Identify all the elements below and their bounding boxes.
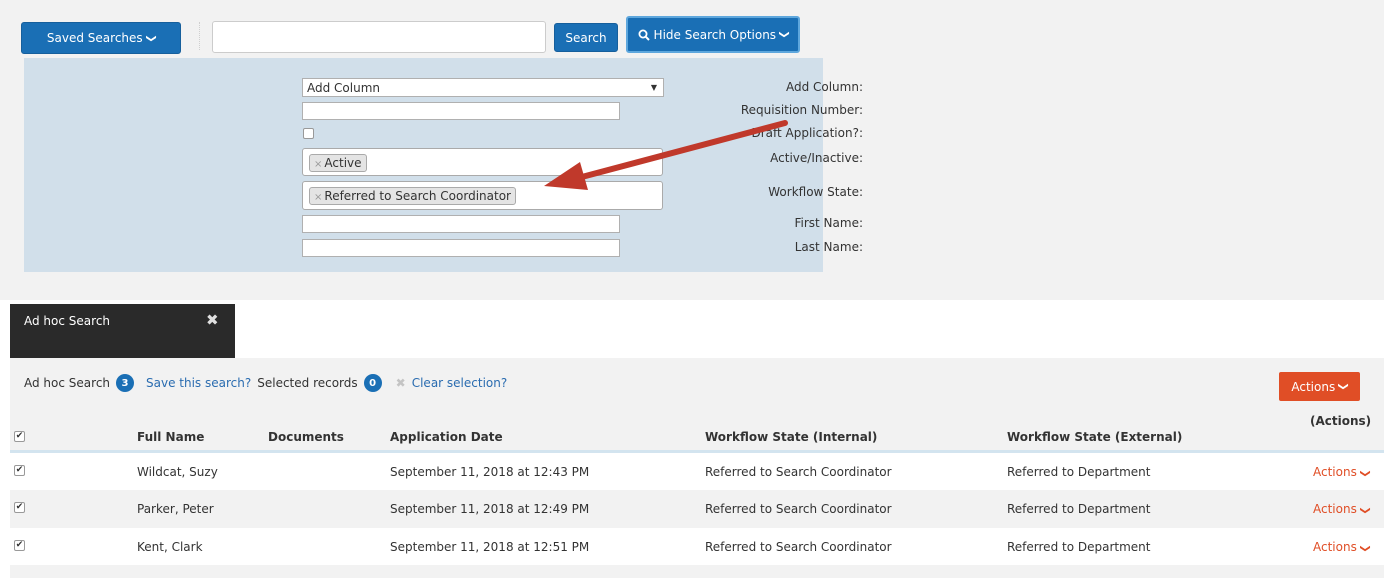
row-actions-dropdown[interactable]: Actions ❯ bbox=[1313, 465, 1371, 479]
row-actions-label: Actions bbox=[1313, 540, 1357, 554]
selected-records-label: Selected records bbox=[257, 376, 358, 390]
actions-column-header: (Actions) bbox=[1310, 414, 1372, 428]
application-date-cell: September 11, 2018 at 12:49 PM bbox=[390, 502, 590, 516]
documents-header[interactable]: Documents bbox=[268, 430, 344, 444]
adhoc-search-tab[interactable]: Ad hoc Search ✖ bbox=[10, 304, 235, 358]
draft-application-checkbox[interactable] bbox=[303, 128, 314, 139]
workflow-external-cell: Referred to Department bbox=[1007, 540, 1151, 554]
workflow-internal-cell: Referred to Search Coordinator bbox=[705, 465, 892, 479]
applicant-name-link[interactable]: Kent, Clark bbox=[137, 540, 203, 554]
last-name-label: Last Name: bbox=[794, 240, 863, 254]
application-date-cell: September 11, 2018 at 12:43 PM bbox=[390, 465, 590, 479]
chevron-down-icon: ❯ bbox=[1337, 382, 1349, 391]
workflow-state-tag-label: Referred to Search Coordinator bbox=[324, 189, 511, 203]
applicant-name-link[interactable]: Parker, Peter bbox=[137, 502, 214, 516]
row-actions-label: Actions bbox=[1313, 465, 1357, 479]
hide-search-options-label: Hide Search Options bbox=[653, 27, 777, 42]
workflow-internal-header[interactable]: Workflow State (Internal) bbox=[705, 430, 877, 444]
search-icon bbox=[638, 29, 650, 41]
select-all-checkbox[interactable]: ✔ bbox=[14, 431, 25, 442]
requisition-number-label: Requisition Number: bbox=[740, 103, 863, 117]
saved-searches-label: Saved Searches bbox=[46, 31, 143, 45]
row-checkbox[interactable]: ✔ bbox=[14, 502, 25, 513]
row-checkbox[interactable]: ✔ bbox=[14, 540, 25, 551]
chevron-down-icon: ❯ bbox=[778, 30, 790, 39]
result-count-badge: 3 bbox=[116, 374, 135, 392]
chevron-down-icon: ❯ bbox=[145, 33, 157, 43]
active-tag-label: Active bbox=[324, 156, 362, 170]
saved-searches-button[interactable]: Saved Searches ❯ bbox=[21, 22, 181, 54]
results-summary: Ad hoc Search 3 Save this search? Select… bbox=[24, 374, 507, 392]
first-name-input[interactable] bbox=[302, 215, 620, 233]
close-icon[interactable]: ✖ bbox=[206, 311, 219, 329]
summary-label: Ad hoc Search bbox=[24, 376, 111, 390]
remove-tag-icon[interactable]: × bbox=[314, 192, 322, 203]
chevron-down-icon: ❯ bbox=[1359, 506, 1371, 515]
actions-button[interactable]: Actions ❯ bbox=[1279, 372, 1360, 401]
add-column-label: Add Column: bbox=[785, 80, 863, 94]
row-actions-label: Actions bbox=[1313, 502, 1357, 516]
toolbar-divider bbox=[199, 22, 200, 50]
table-row: ✔ Kent, Clark September 11, 2018 at 12:5… bbox=[10, 528, 1384, 565]
full-name-header[interactable]: Full Name bbox=[137, 430, 204, 444]
application-date-header[interactable]: Application Date bbox=[390, 430, 503, 444]
search-button[interactable]: Search bbox=[554, 23, 618, 52]
dropdown-arrow-icon: ▼ bbox=[650, 83, 657, 92]
workflow-external-header[interactable]: Workflow State (External) bbox=[1007, 430, 1182, 444]
add-column-select[interactable]: Add Column ▼ bbox=[302, 78, 664, 97]
workflow-internal-cell: Referred to Search Coordinator bbox=[705, 502, 892, 516]
adhoc-search-tab-title: Ad hoc Search bbox=[24, 314, 111, 328]
table-row: ✔ Wildcat, Suzy September 11, 2018 at 12… bbox=[10, 453, 1384, 490]
workflow-external-cell: Referred to Department bbox=[1007, 502, 1151, 516]
add-column-value: Add Column bbox=[307, 80, 381, 95]
row-checkbox[interactable]: ✔ bbox=[14, 465, 25, 476]
save-search-link[interactable]: Save this search? bbox=[146, 376, 251, 390]
row-actions-dropdown[interactable]: Actions ❯ bbox=[1313, 540, 1371, 554]
search-input[interactable] bbox=[212, 21, 546, 53]
workflow-internal-cell: Referred to Search Coordinator bbox=[705, 540, 892, 554]
clear-icon[interactable]: ✖ bbox=[396, 376, 406, 390]
applicant-name-link[interactable]: Wildcat, Suzy bbox=[137, 465, 218, 479]
annotation-arrow bbox=[544, 120, 788, 190]
table-row: ✔ Parker, Peter September 11, 2018 at 12… bbox=[10, 490, 1384, 527]
chevron-down-icon: ❯ bbox=[1359, 469, 1371, 478]
chevron-down-icon: ❯ bbox=[1359, 544, 1371, 553]
workflow-external-cell: Referred to Department bbox=[1007, 465, 1151, 479]
selected-count-badge: 0 bbox=[363, 374, 382, 392]
search-button-label: Search bbox=[565, 30, 607, 45]
workflow-state-tag[interactable]: × Referred to Search Coordinator bbox=[309, 187, 516, 205]
hide-search-options-button[interactable]: Hide Search Options ❯ bbox=[626, 16, 800, 53]
row-actions-dropdown[interactable]: Actions ❯ bbox=[1313, 502, 1371, 516]
last-name-input[interactable] bbox=[302, 239, 620, 257]
active-tag[interactable]: × Active bbox=[309, 154, 367, 172]
actions-button-label: Actions bbox=[1291, 379, 1336, 394]
remove-tag-icon[interactable]: × bbox=[314, 159, 322, 170]
clear-selection-link[interactable]: Clear selection? bbox=[412, 376, 508, 390]
first-name-label: First Name: bbox=[794, 216, 863, 230]
application-date-cell: September 11, 2018 at 12:51 PM bbox=[390, 540, 590, 554]
